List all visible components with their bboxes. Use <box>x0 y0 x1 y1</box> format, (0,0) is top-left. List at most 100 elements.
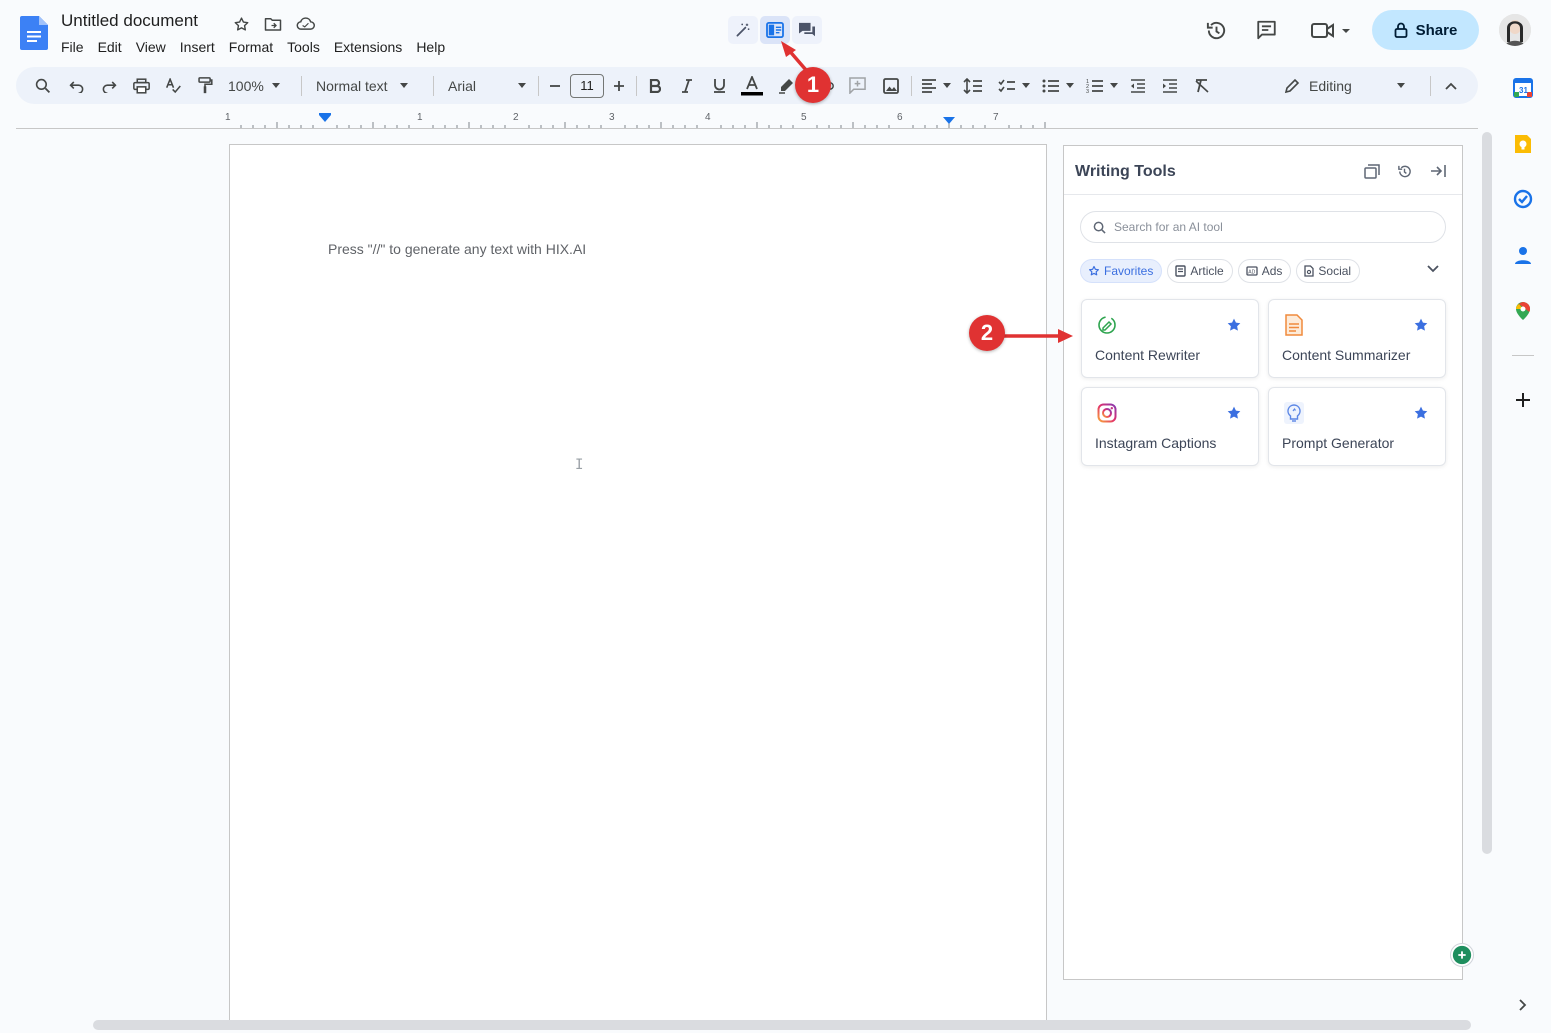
chat-button[interactable] <box>792 16 822 44</box>
menu-help[interactable]: Help <box>409 37 452 57</box>
calendar-icon[interactable]: 31 <box>1511 76 1535 100</box>
search-menus-icon[interactable] <box>32 73 54 98</box>
maps-icon[interactable] <box>1511 299 1535 323</box>
horizontal-scrollbar[interactable] <box>93 1020 1471 1030</box>
collapse-toolbar-icon[interactable] <box>1441 73 1461 98</box>
document-title[interactable]: Untitled document <box>61 11 198 31</box>
insert-image-icon[interactable] <box>881 73 901 98</box>
print-icon[interactable] <box>130 73 152 98</box>
style-select[interactable]: Normal text <box>316 73 420 98</box>
zoom-value: 100% <box>228 77 264 94</box>
writing-tools-panel-button[interactable] <box>760 16 790 44</box>
bulleted-list-icon[interactable] <box>1040 73 1076 98</box>
magic-wand-button[interactable] <box>728 16 758 44</box>
share-button[interactable]: Share <box>1372 10 1479 50</box>
tool-card-prompt-generator[interactable]: Prompt Generator <box>1268 387 1446 466</box>
font-select[interactable]: Arial <box>448 73 528 98</box>
paint-format-icon[interactable] <box>194 73 216 98</box>
svg-text:AD: AD <box>1248 269 1255 275</box>
zoom-select[interactable]: 100% <box>228 73 290 98</box>
chip-social[interactable]: Social <box>1296 259 1361 283</box>
star-icon[interactable] <box>230 13 252 35</box>
contacts-icon[interactable] <box>1511 243 1535 267</box>
bold-icon[interactable] <box>645 73 665 98</box>
history-icon[interactable] <box>1395 162 1413 180</box>
tool-card-content-rewriter[interactable]: Content Rewriter <box>1081 299 1259 378</box>
move-folder-icon[interactable] <box>262 13 284 35</box>
menu-tools[interactable]: Tools <box>280 37 327 57</box>
chevron-down-icon[interactable] <box>1426 263 1442 279</box>
increase-font-size-icon[interactable] <box>610 73 628 98</box>
summarizer-icon <box>1283 314 1305 336</box>
chip-favorites[interactable]: Favorites <box>1080 259 1163 283</box>
chip-ads[interactable]: AD Ads <box>1237 259 1292 283</box>
increase-indent-icon[interactable] <box>1160 73 1180 98</box>
avatar[interactable] <box>1499 14 1531 46</box>
add-comment-icon[interactable] <box>847 73 867 98</box>
menu-insert[interactable]: Insert <box>173 37 222 57</box>
add-addon-icon[interactable] <box>1511 388 1535 412</box>
italic-icon[interactable] <box>677 73 697 98</box>
version-history-icon[interactable] <box>1204 18 1228 42</box>
ruler-label: 5 <box>801 112 807 123</box>
tool-search-input[interactable] <box>1114 220 1414 234</box>
cloud-status-icon[interactable] <box>294 13 316 35</box>
font-size-field[interactable]: 11 <box>570 73 604 98</box>
checklist-icon[interactable] <box>996 73 1032 98</box>
popout-icon[interactable] <box>1363 162 1381 180</box>
numbered-list-icon[interactable]: 123 <box>1084 73 1120 98</box>
keep-icon[interactable] <box>1511 132 1535 156</box>
comments-icon[interactable] <box>1254 18 1278 42</box>
menu-format[interactable]: Format <box>222 37 280 57</box>
redo-icon[interactable] <box>98 73 120 98</box>
editing-mode-value: Editing <box>1309 77 1352 94</box>
text-cursor-icon: I <box>575 457 584 473</box>
prompt-icon <box>1283 402 1305 424</box>
favorite-star-icon[interactable] <box>1226 405 1242 421</box>
menu-bar: File Edit View Insert Format Tools Exten… <box>54 37 452 57</box>
chip-label: Article <box>1190 264 1224 278</box>
vertical-scrollbar[interactable] <box>1482 132 1492 854</box>
annotation-arrow-1 <box>781 41 808 72</box>
align-menu-icon[interactable] <box>919 73 953 98</box>
decrease-indent-icon[interactable] <box>1128 73 1148 98</box>
docs-logo-icon[interactable] <box>20 16 48 50</box>
tool-card-content-summarizer[interactable]: Content Summarizer <box>1268 299 1446 378</box>
editing-mode-select[interactable]: Editing <box>1284 73 1410 98</box>
tool-search[interactable] <box>1080 211 1446 243</box>
text-color-icon[interactable] <box>740 73 764 98</box>
hix-extension-bar <box>728 16 822 44</box>
tasks-icon[interactable] <box>1511 187 1535 211</box>
font-size-value: 11 <box>570 73 604 98</box>
underline-icon[interactable] <box>709 73 729 98</box>
menu-view[interactable]: View <box>129 37 173 57</box>
favorite-star-icon[interactable] <box>1226 317 1242 333</box>
document-page[interactable]: Press "//" to generate any text with HIX… <box>229 144 1047 1024</box>
pencil-icon <box>1284 78 1300 93</box>
lock-icon <box>1394 22 1408 38</box>
hix-fab-icon[interactable] <box>1450 943 1474 967</box>
menu-file[interactable]: File <box>54 37 91 57</box>
tool-card-label: Prompt Generator <box>1282 435 1395 451</box>
ruler-label: 3 <box>609 112 615 123</box>
chevron-right-icon[interactable] <box>1511 993 1535 1017</box>
favorite-star-icon[interactable] <box>1413 317 1429 333</box>
decrease-font-size-icon[interactable] <box>546 73 564 98</box>
ruler[interactable] <box>229 111 1047 129</box>
spellcheck-icon[interactable] <box>162 73 184 98</box>
close-panel-icon[interactable] <box>1429 162 1447 180</box>
favorite-star-icon[interactable] <box>1413 405 1429 421</box>
menu-edit[interactable]: Edit <box>91 37 129 57</box>
chip-article[interactable]: Article <box>1167 259 1233 283</box>
hix-hint-text: Press "//" to generate any text with HIX… <box>328 241 587 257</box>
writing-tools-panel: Writing Tools Favorites Article AD Ads S… <box>1063 145 1463 980</box>
star-outline-icon <box>1089 265 1099 276</box>
menu-extensions[interactable]: Extensions <box>327 37 409 57</box>
line-spacing-icon[interactable] <box>962 73 984 98</box>
tool-card-instagram-captions[interactable]: Instagram Captions <box>1081 387 1259 466</box>
meet-video-icon[interactable] <box>1308 18 1352 42</box>
clear-formatting-icon[interactable] <box>1192 73 1212 98</box>
share-label: Share <box>1415 21 1458 39</box>
undo-icon[interactable] <box>66 73 88 98</box>
highlight-icon[interactable] <box>776 73 796 98</box>
